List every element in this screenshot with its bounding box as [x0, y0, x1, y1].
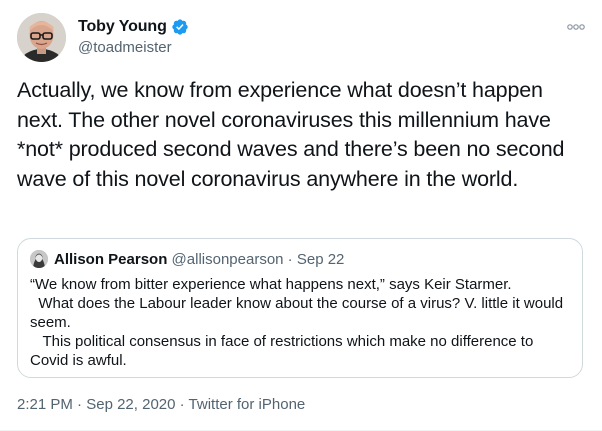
quoted-handle[interactable]: @allisonpearson [172, 251, 284, 268]
quoted-separator: · [283, 251, 297, 268]
more-options-icon[interactable] [566, 20, 586, 32]
timestamp-separator: · [72, 396, 87, 413]
tweet-time: 2:21 PM [17, 396, 73, 413]
tweet-text: Actually, we know from experience what d… [17, 78, 565, 191]
author-name-row: Toby Young [78, 16, 189, 38]
quoted-tweet-text: “We know from bitter experience what hap… [30, 276, 564, 369]
author-display-name[interactable]: Toby Young [78, 18, 167, 36]
tweet-source-link[interactable]: Twitter for iPhone [189, 396, 306, 413]
quoted-author-avatar[interactable] [30, 250, 48, 268]
tweet-timestamp: 2:21 PM · Sep 22, 2020 · Twitter for iPh… [17, 396, 305, 413]
tweet-card: Toby Young @toadmeister Actually, we kno… [0, 0, 602, 431]
quoted-date[interactable]: Sep 22 [297, 251, 345, 268]
author-avatar[interactable] [17, 13, 66, 62]
quoted-tweet[interactable]: Allison Pearson @allisonpearson · Sep 22… [17, 238, 583, 378]
quoted-header: Allison Pearson @allisonpearson · Sep 22 [54, 250, 344, 269]
author-handle[interactable]: @toadmeister [78, 39, 172, 56]
source-separator: · [175, 396, 189, 413]
verified-badge-icon [171, 18, 189, 36]
quoted-display-name[interactable]: Allison Pearson [54, 251, 167, 268]
tweet-date: Sep 22, 2020 [86, 396, 176, 413]
tweet-time-link[interactable]: 2:21 PM · Sep 22, 2020 [17, 396, 175, 413]
